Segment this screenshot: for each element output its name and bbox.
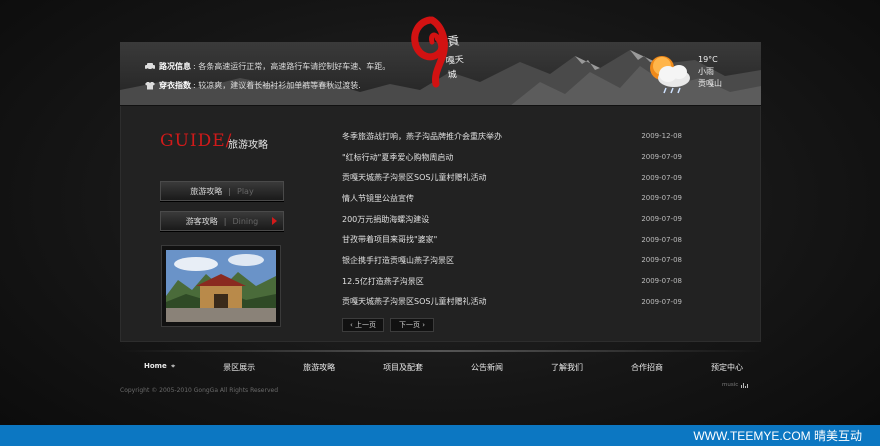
news-date: 2009-07-08	[641, 277, 682, 286]
news-title[interactable]: 甘孜带着项目来哥找"婆家"	[342, 234, 437, 245]
news-item[interactable]: 贡嘎天城燕子沟景区SOS儿童村赠礼活动 2009-07-09	[342, 292, 682, 313]
dining-guide-label: 游客攻略	[185, 216, 218, 226]
news-title[interactable]: 情人节镜里公益宣传	[342, 193, 414, 204]
news-title[interactable]: "红标行动"夏季爱心购物周启动	[342, 152, 453, 163]
news-date: 2009-07-09	[641, 153, 682, 162]
nav-news[interactable]: 公告新闻	[471, 362, 503, 376]
watermark-text: WWW.TEEMYE.COM 晴美互动	[693, 429, 862, 443]
traffic-label: 路况信息	[159, 62, 191, 71]
music-toggle[interactable]: music	[722, 382, 749, 388]
news-date: 2009-07-09	[641, 194, 682, 203]
play-guide-label: 旅游攻略	[190, 186, 223, 196]
news-title[interactable]: 冬季旅游战打响，燕子沟品牌推介会重庆举办	[342, 131, 502, 142]
svg-text:貢: 貢	[446, 33, 460, 49]
traffic-text: : 各条高速运行正常，高速路行车请控制好车速、车距。	[193, 62, 391, 71]
nav-booking[interactable]: 预定中心	[711, 362, 743, 376]
news-item[interactable]: 银企携手打造贡嘎山燕子沟景区 2009-07-08	[342, 250, 682, 271]
clothing-label: 穿衣指数	[159, 81, 191, 90]
news-date: 2009-07-08	[641, 235, 682, 244]
play-guide-button[interactable]: 旅游攻略 | Play	[160, 181, 284, 201]
nav-about[interactable]: 了解我们	[551, 362, 583, 376]
traffic-info: 路况信息 : 各条高速运行正常，高速路行车请控制好车速、车距。	[144, 61, 390, 72]
scenic-gate-photo	[166, 250, 276, 322]
copyright-text: Copyright © 2005-2010 GongGa All Rights …	[120, 387, 279, 394]
news-item[interactable]: 情人节镜里公益宣传 2009-07-09	[342, 188, 682, 209]
dining-guide-button[interactable]: 游客攻略 | Dining	[160, 211, 284, 231]
clothing-info: 穿衣指数 : 较凉爽，建议着长袖衬衫加单裤等春秋过渡装.	[144, 80, 361, 91]
weather-condition: 小雨	[698, 67, 714, 76]
news-date: 2009-07-09	[641, 173, 682, 182]
svg-text:城: 城	[447, 69, 457, 81]
news-item[interactable]: 12.5亿打造燕子沟景区 2009-07-08	[342, 271, 682, 292]
news-item[interactable]: "红标行动"夏季爱心购物周启动 2009-07-09	[342, 147, 682, 168]
svg-text:嘎天: 嘎天	[445, 54, 464, 67]
news-title[interactable]: 200万元捐助海螺沟建设	[342, 214, 429, 225]
arrow-right-icon	[272, 217, 277, 225]
news-date: 2009-12-08	[641, 132, 682, 141]
footer-nav: Home ⌖ 景区展示 旅游攻略 项目及配套 公告新闻 了解我们 合作招商 预定…	[120, 362, 761, 376]
separator: |	[228, 186, 231, 196]
nav-business[interactable]: 合作招商	[631, 362, 663, 376]
weather-info: 19°C 小雨 贡嘎山	[698, 54, 722, 90]
nav-home[interactable]: Home ⌖	[144, 362, 175, 376]
guide-subtitle: 旅游攻略	[228, 140, 268, 151]
rss-icon: ⌖	[171, 362, 176, 370]
car-icon	[145, 63, 155, 71]
prev-page-button[interactable]: ‹ 上一页	[342, 318, 384, 332]
nav-home-label: Home	[144, 362, 167, 370]
clothing-text: : 较凉爽，建议着长袖衬衫加单裤等春秋过渡装.	[193, 81, 361, 90]
news-title[interactable]: 银企携手打造贡嘎山燕子沟景区	[342, 255, 454, 266]
news-item[interactable]: 200万元捐助海螺沟建设 2009-07-09	[342, 209, 682, 230]
nav-scenic[interactable]: 景区展示	[223, 362, 255, 376]
news-list: 冬季旅游战打响，燕子沟品牌推介会重庆举办 2009-12-08 "红标行动"夏季…	[342, 126, 682, 312]
news-item[interactable]: 冬季旅游战打响，燕子沟品牌推介会重庆举办 2009-12-08	[342, 126, 682, 147]
music-label: music	[722, 382, 739, 388]
weather-rain-icon	[650, 56, 690, 94]
site-logo[interactable]: 貢 嘎天 城	[408, 12, 498, 102]
guide-title: GUIDE/	[160, 131, 233, 151]
separator: |	[223, 216, 227, 226]
news-date: 2009-07-09	[641, 297, 682, 306]
news-title[interactable]: 贡嘎天城燕子沟景区SOS儿童村赠礼活动	[342, 172, 486, 183]
news-title[interactable]: 贡嘎天城燕子沟景区SOS儿童村赠礼活动	[342, 296, 486, 307]
play-guide-en: Play	[237, 186, 254, 196]
news-title[interactable]: 12.5亿打造燕子沟景区	[342, 276, 424, 287]
news-item[interactable]: 甘孜带着项目来哥找"婆家" 2009-07-08	[342, 229, 682, 250]
news-date: 2009-07-08	[641, 256, 682, 265]
nav-guide[interactable]: 旅游攻略	[303, 362, 335, 376]
equalizer-icon	[741, 383, 749, 388]
weather-temperature: 19°C	[698, 55, 718, 64]
weather-location: 贡嘎山	[698, 79, 722, 88]
watermark-bar: WWW.TEEMYE.COM 晴美互动	[0, 425, 880, 446]
nav-projects[interactable]: 项目及配套	[383, 362, 423, 376]
shirt-icon	[145, 82, 155, 90]
featured-photo[interactable]	[161, 245, 281, 327]
news-date: 2009-07-09	[641, 215, 682, 224]
footer-divider	[120, 350, 761, 352]
news-item[interactable]: 贡嘎天城燕子沟景区SOS儿童村赠礼活动 2009-07-09	[342, 167, 682, 188]
next-page-button[interactable]: 下一页 ›	[390, 318, 434, 332]
dining-guide-en: Dining	[232, 216, 259, 226]
